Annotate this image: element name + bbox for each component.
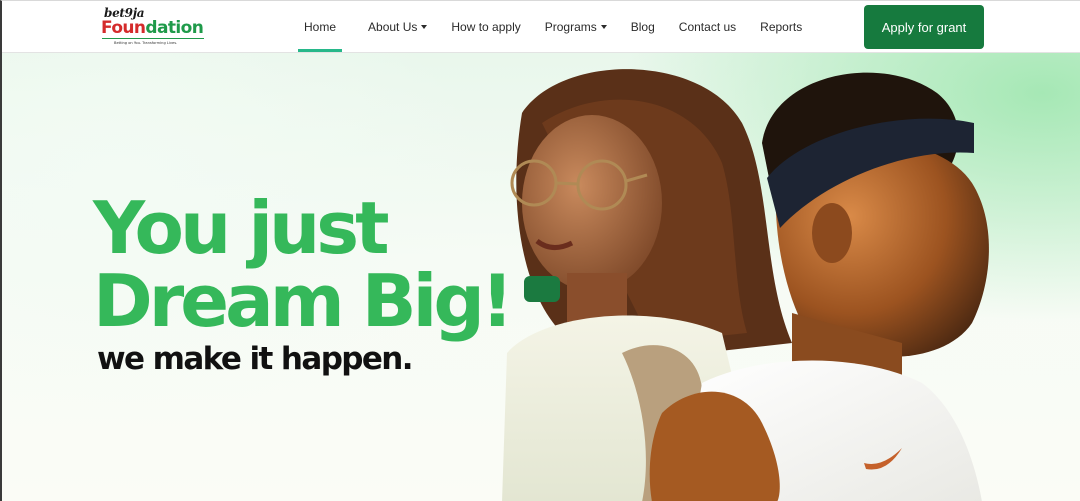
apply-for-grant-button[interactable]: Apply for grant [864, 5, 984, 49]
nav-item-reports[interactable]: Reports [748, 1, 814, 53]
nav-item-label: Contact us [678, 20, 737, 34]
logo-wordmark-red: Foun [101, 18, 146, 38]
nav-item-label: Blog [630, 20, 655, 34]
caret-down-icon [421, 25, 428, 29]
nav-item-label: Programs [544, 20, 597, 34]
hero-subline: we make it happen. [97, 341, 414, 377]
logo-wordmark-green: dation [145, 18, 204, 38]
nav-item-how-to-apply[interactable]: How to apply [439, 1, 532, 53]
hero-headline-line1: You just [93, 186, 390, 270]
nav-item-blog[interactable]: Blog [619, 1, 667, 53]
navbar: bet9ja Foundation Betting on You. Transf… [2, 1, 1080, 53]
nav-item-home[interactable]: Home [292, 1, 348, 53]
logo-rule [102, 38, 204, 39]
logo[interactable]: bet9ja Foundation Betting on You. Transf… [100, 6, 210, 48]
nav-item-about-us[interactable]: About Us [356, 1, 439, 53]
nav-item-label: About Us [368, 20, 418, 34]
nav-item-programs[interactable]: Programs [533, 1, 619, 53]
main-nav: Home About Us How to apply Programs Blog… [292, 1, 814, 53]
nav-item-label: How to apply [451, 20, 521, 34]
hero-headline: You just Dream Big! [93, 186, 514, 343]
nav-item-label: Reports [760, 20, 803, 34]
chat-widget-button[interactable] [524, 276, 560, 302]
page: bet9ja Foundation Betting on You. Transf… [0, 0, 1080, 501]
logo-tagline: Betting on You. Transforming Lives. [114, 41, 178, 45]
logo-wordmark: Foundation [101, 18, 204, 38]
hero-headline-line2: Dream Big! [93, 258, 514, 343]
caret-down-icon [600, 25, 607, 29]
hero-banner: You just Dream Big! we make it happen. [2, 53, 1080, 501]
nav-item-label: Home [304, 20, 337, 34]
nav-item-contact-us[interactable]: Contact us [667, 1, 748, 53]
